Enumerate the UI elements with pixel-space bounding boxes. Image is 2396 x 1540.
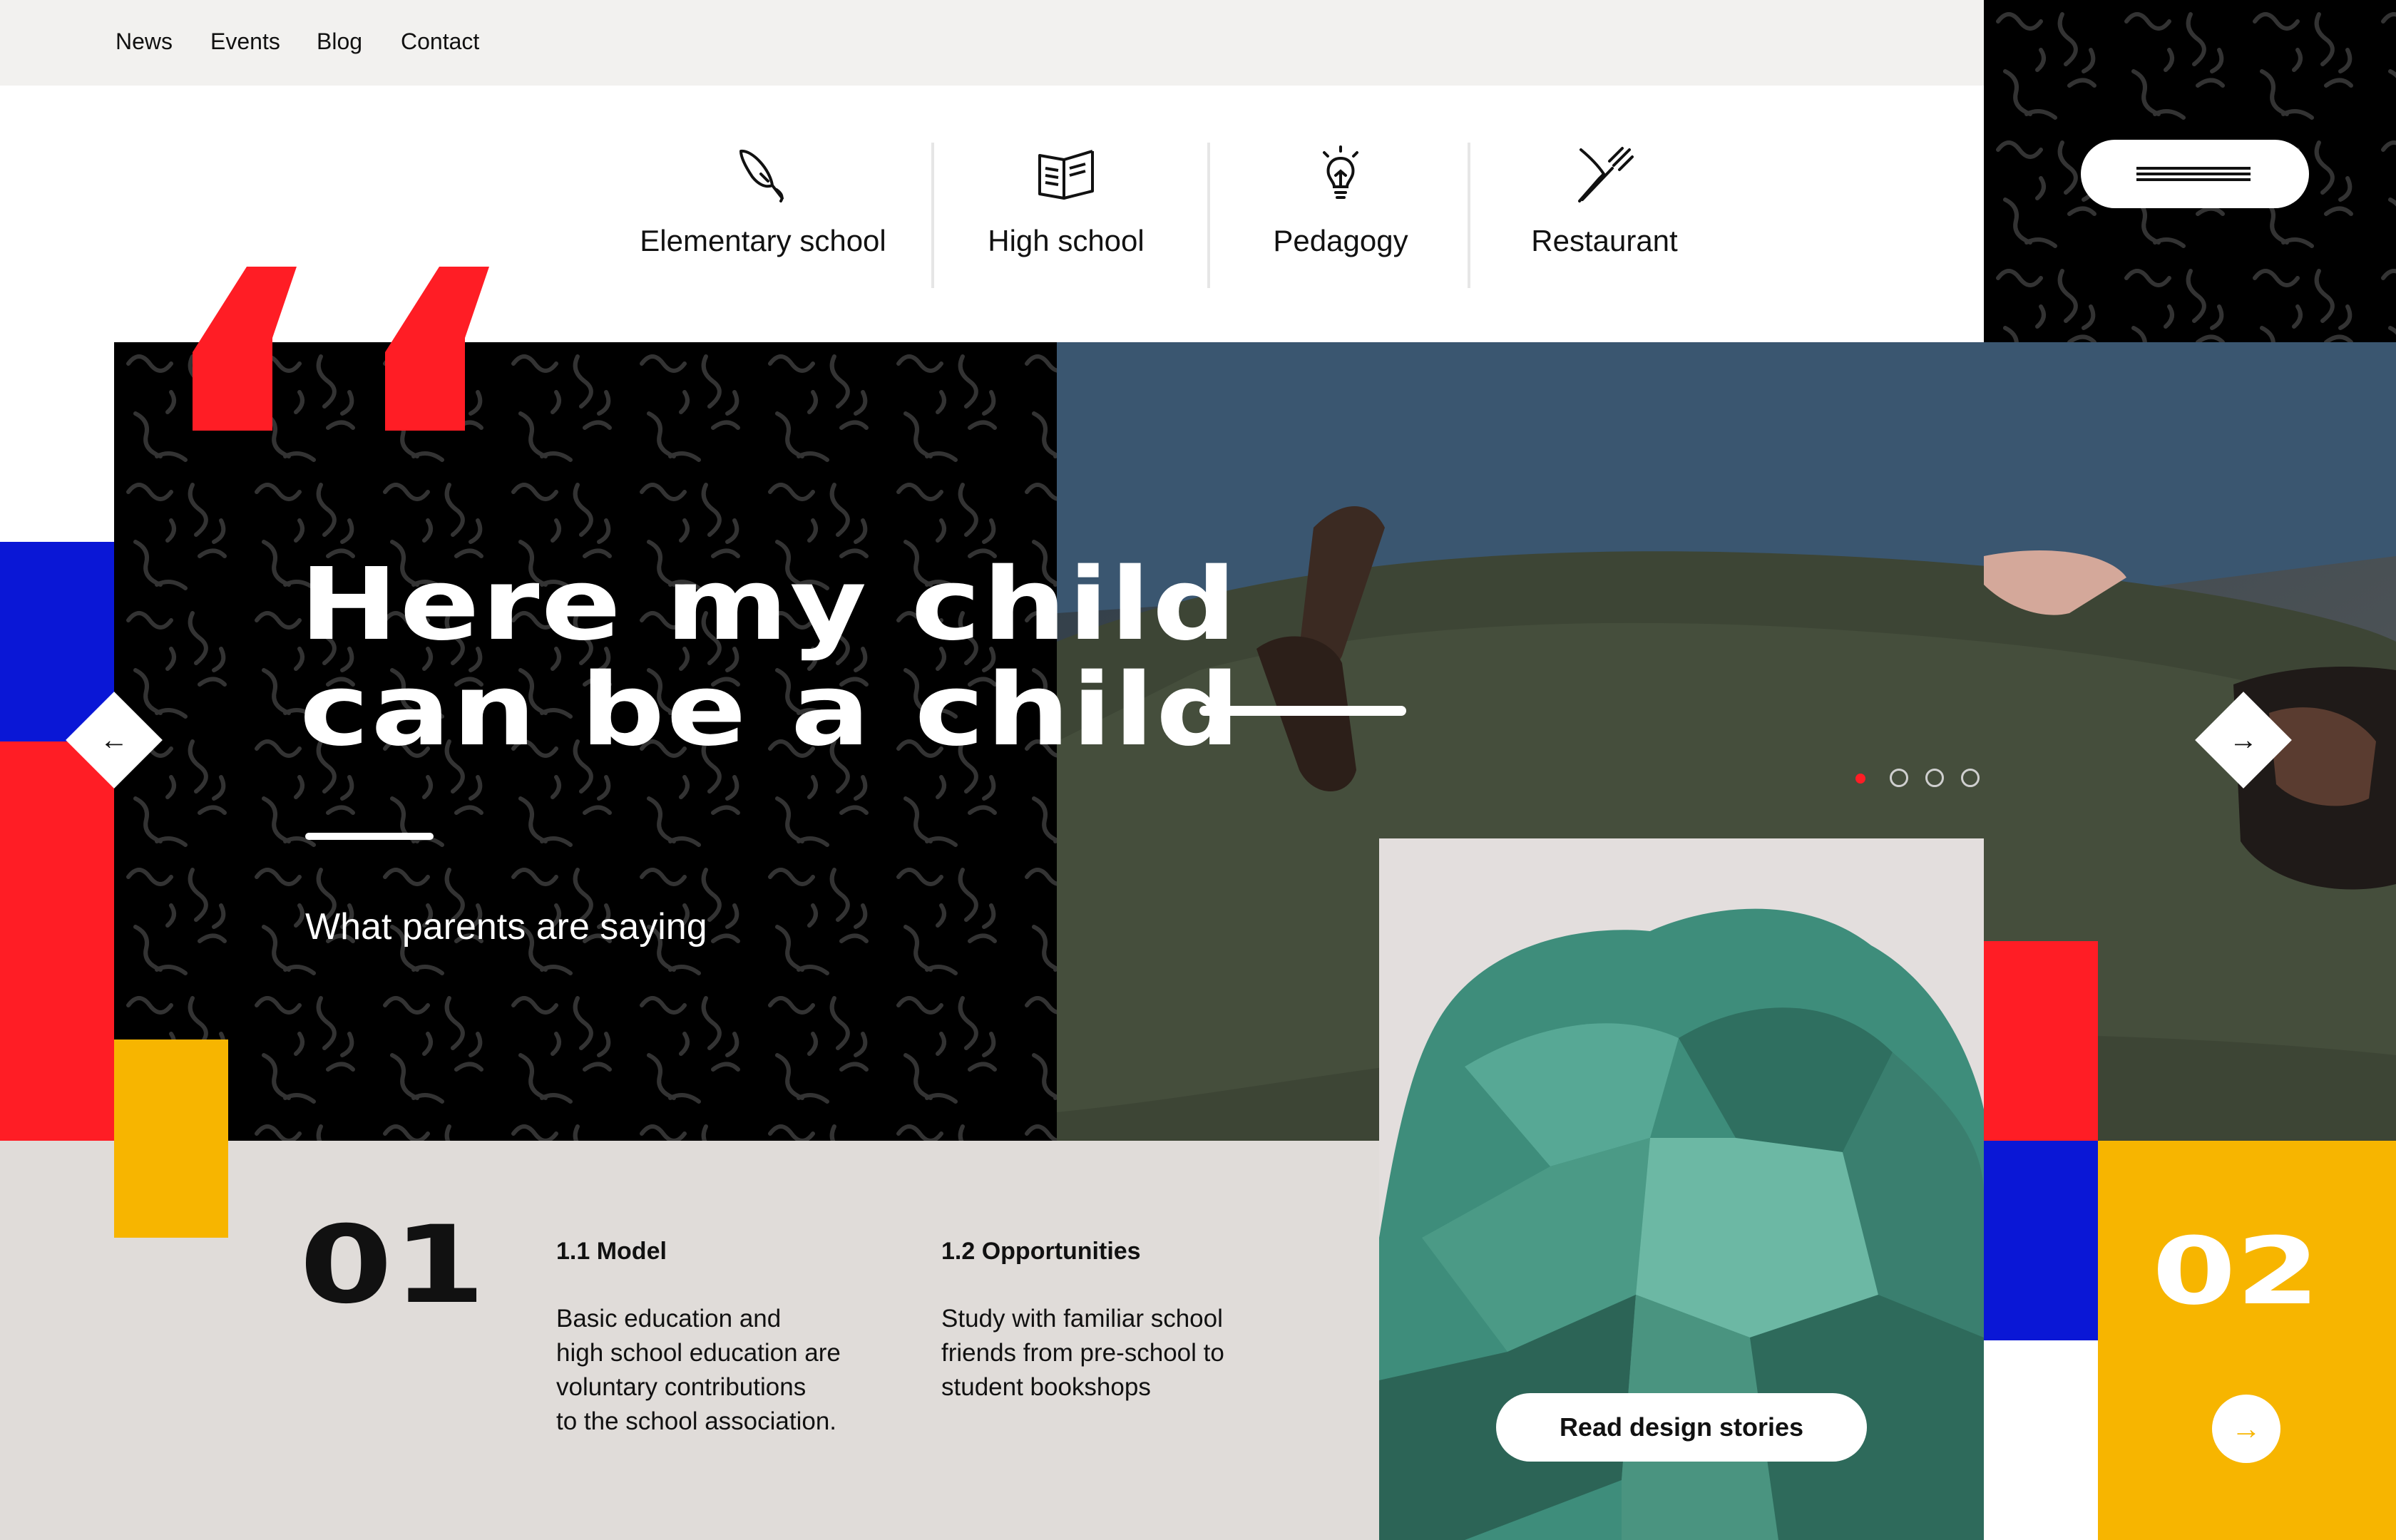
headline-underline (305, 833, 434, 840)
nav-link-news[interactable]: News (116, 29, 173, 55)
decor-blue-block-right (1984, 1141, 2098, 1340)
nav-link-blog[interactable]: Blog (317, 29, 362, 55)
section-number-02: 02 (2152, 1217, 2320, 1325)
info-col2-text: Study with familiar school friends from … (941, 1305, 1224, 1401)
arrow-left-icon: ← (100, 724, 128, 756)
category-label: Elementary school (640, 224, 886, 257)
category-pedagogy[interactable]: Pedagogy (1234, 143, 1448, 292)
nav-link-events[interactable]: Events (210, 29, 280, 55)
read-stories-button[interactable]: Read design stories (1496, 1393, 1867, 1462)
category-restaurant[interactable]: Restaurant (1498, 143, 1711, 292)
category-label: Restaurant (1531, 224, 1678, 257)
category-divider (1468, 143, 1470, 288)
top-navigation-bar: News Events Blog Contact (0, 0, 1984, 86)
info-col2-title: 1.2 Opportunities (941, 1238, 1141, 1265)
quote-mark-icon (193, 267, 489, 431)
category-divider (1207, 143, 1210, 288)
carousel-dot[interactable] (1961, 769, 1980, 787)
carousel-dot-active[interactable] (1855, 774, 1865, 784)
decor-red-block (0, 741, 114, 1141)
decor-red-block-right (1984, 941, 2098, 1141)
carousel-prev-button[interactable]: ← (66, 692, 163, 789)
hero-headline-line1: Here my child (300, 547, 1239, 663)
menu-button[interactable] (2081, 140, 2309, 208)
paintbrush-icon (739, 149, 784, 202)
hamburger-icon (2136, 167, 2251, 170)
section-02-panel: 02 → (2098, 1141, 2396, 1540)
nav-link-contact[interactable]: Contact (401, 29, 479, 55)
arrow-right-icon: → (2229, 724, 2258, 756)
info-col1-text: Basic education and high school educatio… (556, 1305, 841, 1435)
section-number-01: 01 (300, 1203, 486, 1328)
info-col1-title: 1.1 Model (556, 1238, 667, 1265)
category-label: Pedagogy (1273, 224, 1408, 257)
hamburger-icon-line (2136, 178, 2251, 181)
arrow-right-icon: → (2231, 1412, 2261, 1445)
hero-subtitle: What parents are saying (305, 906, 707, 948)
carousel-dot[interactable] (1925, 769, 1944, 787)
category-divider (931, 143, 934, 288)
read-stories-label: Read design stories (1559, 1412, 1804, 1442)
carousel-next-button[interactable]: → (2195, 692, 2292, 789)
decor-white-block-right (1984, 1340, 2098, 1540)
hero-headline: Here my child can be a child (300, 553, 1241, 764)
hamburger-icon-line (2136, 173, 2251, 175)
carousel-dot[interactable] (1890, 769, 1908, 787)
utensils-icon (1578, 147, 1634, 202)
decor-yellow-block (114, 1040, 228, 1238)
section-02-next-button[interactable]: → (2212, 1395, 2280, 1463)
book-icon (1038, 150, 1094, 200)
hero-headline-line2: can be a child (300, 652, 1242, 769)
category-high-school[interactable]: High school (948, 143, 1184, 292)
category-elementary-school[interactable]: Elementary school (628, 143, 898, 292)
category-label: High school (988, 224, 1145, 257)
lightbulb-icon (1323, 145, 1358, 199)
